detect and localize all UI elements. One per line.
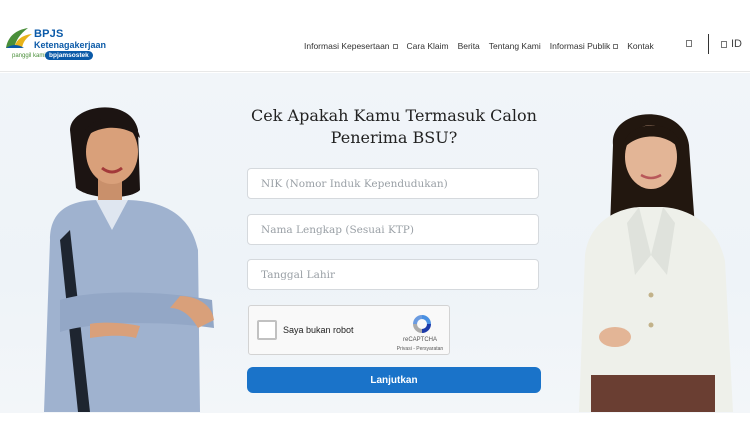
recaptcha-icon: [413, 315, 431, 333]
recaptcha-brand: reCAPTCHA: [402, 337, 437, 343]
dropdown-icon: [613, 43, 619, 49]
woman-in-uniform-image: [44, 107, 214, 412]
globe-icon: [721, 40, 727, 48]
woman-in-blazer-image: [579, 114, 733, 412]
nav-item-label: Informasi Publik: [549, 41, 611, 51]
nav-informasi-publik[interactable]: Informasi Publik: [549, 41, 619, 51]
birth-date-input[interactable]: [247, 259, 539, 290]
recaptcha-label: Saya bukan robot: [283, 325, 354, 335]
recaptcha-links[interactable]: Privasi - Persyaratan: [392, 346, 448, 352]
nav-item-label: Berita: [457, 41, 480, 51]
logo-brand-text: BPJS: [34, 28, 64, 40]
dropdown-icon: [392, 43, 398, 49]
nav-cara-klaim[interactable]: Cara Klaim: [407, 41, 449, 51]
nav-item-label: Cara Klaim: [406, 41, 449, 51]
logo-sub-text: Ketenagakerjaan: [34, 40, 107, 50]
logo-pill: bpjamsostek: [45, 51, 93, 60]
search-icon[interactable]: [686, 40, 692, 47]
full-name-input[interactable]: [247, 214, 539, 245]
continue-button[interactable]: Lanjutkan: [247, 367, 541, 393]
language-label: ID: [731, 38, 742, 50]
site-header: BPJS Ketenagakerjaan panggil kami bpjams…: [0, 0, 750, 72]
nav-item-label: Informasi Kepesertaan: [304, 41, 390, 51]
nav-informasi-kepesertaan[interactable]: Informasi Kepesertaan: [304, 41, 398, 51]
form-title: Cek Apakah Kamu Termasuk Calon Penerima …: [251, 106, 537, 147]
bpjs-logo[interactable]: BPJS Ketenagakerjaan panggil kami bpjams…: [4, 26, 114, 66]
bpjs-logo-mark-icon: [6, 28, 32, 48]
language-switcher[interactable]: ID: [721, 38, 742, 50]
recaptcha-checkbox[interactable]: [257, 320, 277, 340]
recaptcha-widget: Saya bukan robot reCAPTCHA Privasi - Per…: [248, 305, 450, 355]
nav-item-label: Kontak: [627, 41, 654, 51]
nav-berita[interactable]: Berita: [458, 41, 480, 51]
nav-tentang-kami[interactable]: Tentang Kami: [489, 41, 541, 51]
nav-divider: [708, 34, 709, 54]
nav-kontak[interactable]: Kontak: [627, 41, 653, 51]
logo-tagline: panggil kami: [12, 53, 46, 59]
nav-item-label: Tentang Kami: [488, 41, 541, 51]
nik-input[interactable]: [247, 168, 539, 199]
main-nav: Informasi Kepesertaan Cara Klaim Berita …: [304, 40, 663, 52]
